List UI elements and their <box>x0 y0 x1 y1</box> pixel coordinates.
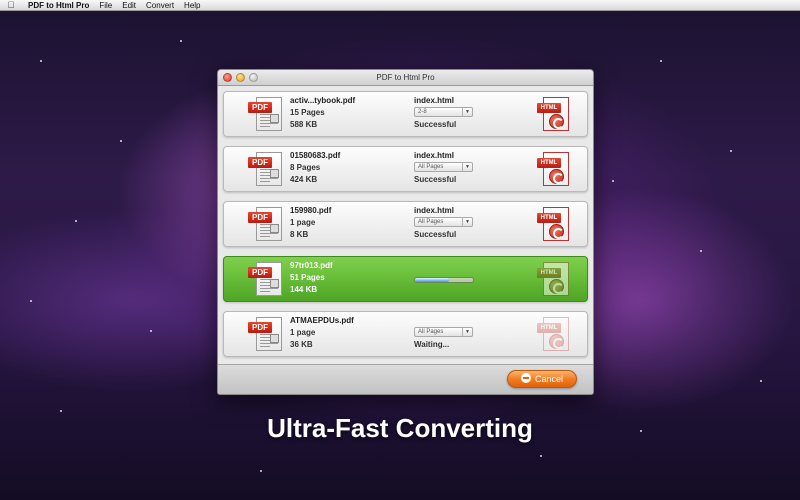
chevron-down-icon: ▼ <box>462 107 472 117</box>
apple-icon[interactable]:  <box>0 0 22 10</box>
file-size: 36 KB <box>290 340 313 349</box>
chevron-down-icon: ▼ <box>462 327 472 337</box>
file-row-3[interactable]: PDF 159980.pdf 1 page 8 KB index.html Al… <box>223 201 588 247</box>
output-file-name: index.html <box>414 151 455 160</box>
conversion-status: Successful <box>414 175 457 184</box>
menu-app-name[interactable]: PDF to Html Pro <box>22 0 94 11</box>
file-page-count: 8 Pages <box>290 163 321 172</box>
file-name: 97tr013.pdf <box>290 261 333 270</box>
file-name: activ...tybook.pdf <box>290 96 356 105</box>
file-size: 588 KB <box>290 120 318 129</box>
file-row-2[interactable]: PDF 01580683.pdf 8 Pages 424 KB index.ht… <box>223 146 588 192</box>
html-file-icon: HTML <box>537 317 569 353</box>
file-page-count: 51 Pages <box>290 273 325 282</box>
close-window-button[interactable] <box>223 73 232 82</box>
menu-bar:  PDF to Html Pro File Edit Convert Help <box>0 0 800 11</box>
file-size: 424 KB <box>290 175 318 184</box>
html-file-icon[interactable]: HTML <box>537 97 569 133</box>
page-range-select[interactable]: All Pages ▼ <box>414 327 473 337</box>
file-name: 159980.pdf <box>290 206 332 215</box>
conversion-status: Successful <box>414 120 457 129</box>
file-name: ATMAEPDUs.pdf <box>290 316 354 325</box>
file-name: 01580683.pdf <box>290 151 341 160</box>
menu-convert[interactable]: Convert <box>141 0 179 11</box>
marketing-headline: Ultra-Fast Converting <box>267 413 533 443</box>
file-row-4-converting[interactable]: PDF 97tr013.pdf 51 Pages 144 KB HTML <box>223 256 588 302</box>
page-range-select[interactable]: All Pages ▼ <box>414 162 473 172</box>
pdf-file-icon: PDF <box>248 97 282 133</box>
pdf-file-icon: PDF <box>248 317 282 353</box>
cancel-button[interactable]: Cancel <box>507 370 577 388</box>
output-file-name: index.html <box>414 96 455 105</box>
chevron-down-icon: ▼ <box>462 162 472 172</box>
html-file-icon: HTML <box>537 262 569 298</box>
menu-edit[interactable]: Edit <box>117 0 141 11</box>
app-window: PDF to Html Pro PDF activ...tybook.pdf 1… <box>217 69 594 395</box>
html-file-icon[interactable]: HTML <box>537 152 569 188</box>
progress-fill <box>415 278 449 282</box>
conversion-status: Waiting... <box>414 340 450 349</box>
file-size: 144 KB <box>290 285 318 294</box>
output-file-name: index.html <box>414 206 455 215</box>
menu-help[interactable]: Help <box>179 0 205 11</box>
zoom-window-button[interactable] <box>249 73 258 82</box>
file-page-count: 1 page <box>290 328 316 337</box>
file-page-count: 15 Pages <box>290 108 325 117</box>
chevron-down-icon: ▼ <box>462 217 472 227</box>
window-title: PDF to Html Pro <box>376 73 435 82</box>
minus-circle-icon <box>520 373 531 383</box>
window-titlebar[interactable]: PDF to Html Pro <box>218 70 593 86</box>
html-file-icon[interactable]: HTML <box>537 207 569 243</box>
file-row-5[interactable]: PDF ATMAEPDUs.pdf 1 page 36 KB All Pages… <box>223 311 588 357</box>
window-bottom-bar: Cancel <box>218 364 593 394</box>
conversion-status: Successful <box>414 230 457 239</box>
conversion-progress-bar <box>414 277 474 283</box>
conversion-list: PDF activ...tybook.pdf 15 Pages 588 KB i… <box>218 87 593 365</box>
pdf-file-icon: PDF <box>248 207 282 243</box>
file-row-1[interactable]: PDF activ...tybook.pdf 15 Pages 588 KB i… <box>223 91 588 137</box>
file-size: 8 KB <box>290 230 309 239</box>
page-range-select[interactable]: 2-8 ▼ <box>414 107 473 117</box>
page-range-select[interactable]: All Pages ▼ <box>414 217 473 227</box>
menu-file[interactable]: File <box>94 0 117 11</box>
cancel-button-label: Cancel <box>534 374 563 384</box>
file-page-count: 1 page <box>290 218 316 227</box>
pdf-file-icon: PDF <box>248 262 282 298</box>
pdf-file-icon: PDF <box>248 152 282 188</box>
minimize-window-button[interactable] <box>236 73 245 82</box>
